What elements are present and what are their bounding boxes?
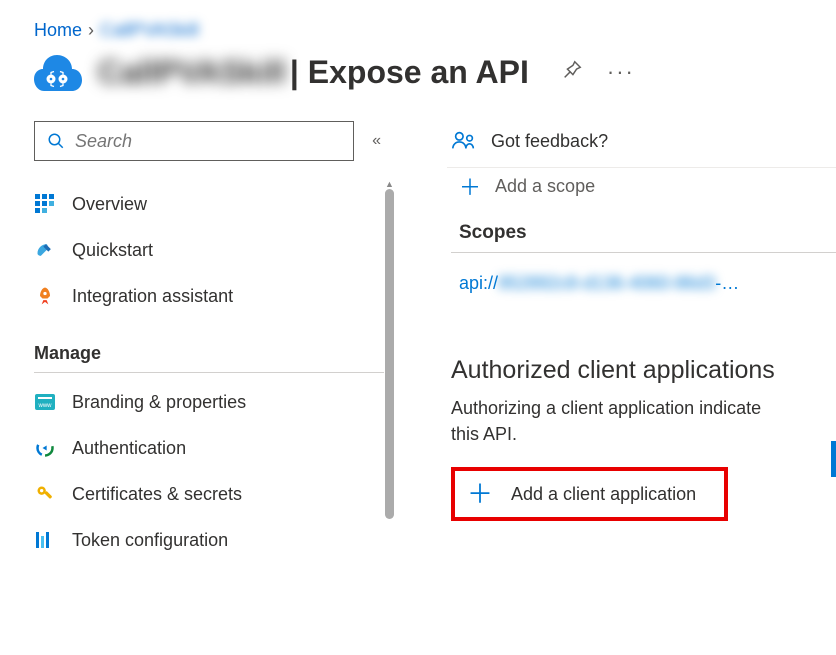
scope-ellipsis: -…	[715, 273, 739, 294]
breadcrumb: Home › CallPVASkill	[0, 0, 836, 45]
sidebar-item-label: Quickstart	[72, 240, 153, 261]
sidebar-item-certificates[interactable]: Certificates & secrets	[34, 471, 381, 517]
plus-icon: ＋	[459, 170, 481, 202]
scopes-heading: Scopes	[451, 202, 836, 252]
authorized-apps-heading: Authorized client applications	[451, 312, 836, 395]
breadcrumb-home[interactable]: Home	[34, 20, 82, 41]
add-scope-label: Add a scope	[495, 176, 595, 197]
main-content: Got feedback? ＋ Add a scope Scopes api:/…	[395, 121, 836, 521]
scope-id-blurred: 952892c8-d136-4060-86d3	[498, 273, 715, 294]
collapse-sidebar-icon[interactable]: «	[372, 132, 381, 150]
sidebar-item-quickstart[interactable]: Quickstart	[34, 227, 381, 273]
breadcrumb-current[interactable]: CallPVASkill	[100, 20, 199, 41]
nav-list: Overview Quickstart Integration assistan…	[34, 181, 381, 319]
add-client-label: Add a client application	[511, 484, 696, 505]
pin-icon[interactable]	[561, 59, 583, 86]
svg-text:www: www	[38, 403, 53, 409]
grid-icon	[34, 193, 56, 215]
sidebar-item-authentication[interactable]: Authentication	[34, 425, 381, 471]
token-icon	[34, 529, 56, 551]
scrollbar-thumb[interactable]	[385, 189, 394, 519]
page-title-section: | Expose an API	[290, 54, 529, 91]
branding-icon: www	[34, 391, 56, 413]
sidebar-scrollbar[interactable]: ▲	[384, 179, 395, 599]
auth-icon	[34, 437, 56, 459]
sidebar-item-label: Authentication	[72, 438, 186, 459]
page-title-app-name: CallPVASkill	[98, 54, 286, 91]
plus-icon: ＋	[467, 481, 493, 507]
sidebar-section-manage: Manage	[34, 319, 384, 373]
feedback-label: Got feedback?	[491, 131, 608, 152]
add-client-application-button[interactable]: ＋ Add a client application	[451, 467, 728, 521]
rocket-icon	[34, 285, 56, 307]
authorized-apps-description: Authorizing a client application indicat…	[451, 395, 836, 447]
feedback-link[interactable]: Got feedback?	[451, 121, 836, 161]
key-icon	[34, 483, 56, 505]
add-scope-button[interactable]: ＋ Add a scope	[451, 168, 836, 202]
sidebar-item-label: Branding & properties	[72, 392, 246, 413]
search-input[interactable]	[75, 131, 341, 152]
breadcrumb-separator: ›	[88, 20, 94, 41]
selection-indicator	[831, 441, 836, 477]
sidebar-item-label: Token configuration	[72, 530, 228, 551]
sidebar-item-overview[interactable]: Overview	[34, 181, 381, 227]
sidebar-item-label: Certificates & secrets	[72, 484, 242, 505]
scope-uri[interactable]: api:// 952892c8-d136-4060-86d3 -…	[451, 253, 836, 312]
nav-list-manage: www Branding & properties Authentication…	[34, 379, 381, 563]
sidebar-item-label: Integration assistant	[72, 286, 233, 307]
sidebar-item-label: Overview	[72, 194, 147, 215]
sidebar-item-integration[interactable]: Integration assistant	[34, 273, 381, 319]
quickstart-icon	[34, 239, 56, 261]
scope-prefix: api://	[459, 273, 498, 294]
app-cloud-icon	[34, 51, 82, 93]
sidebar-item-token[interactable]: Token configuration	[34, 517, 381, 563]
feedback-icon	[451, 129, 477, 153]
search-icon	[47, 132, 65, 150]
page-title: CallPVASkill | Expose an API	[98, 54, 529, 91]
page-header: CallPVASkill | Expose an API ···	[0, 45, 836, 97]
more-icon[interactable]: ···	[607, 59, 635, 85]
sidebar-item-branding[interactable]: www Branding & properties	[34, 379, 381, 425]
sidebar: « Overview Quickstart Integration assis	[0, 121, 395, 563]
search-input-wrapper[interactable]	[34, 121, 354, 161]
